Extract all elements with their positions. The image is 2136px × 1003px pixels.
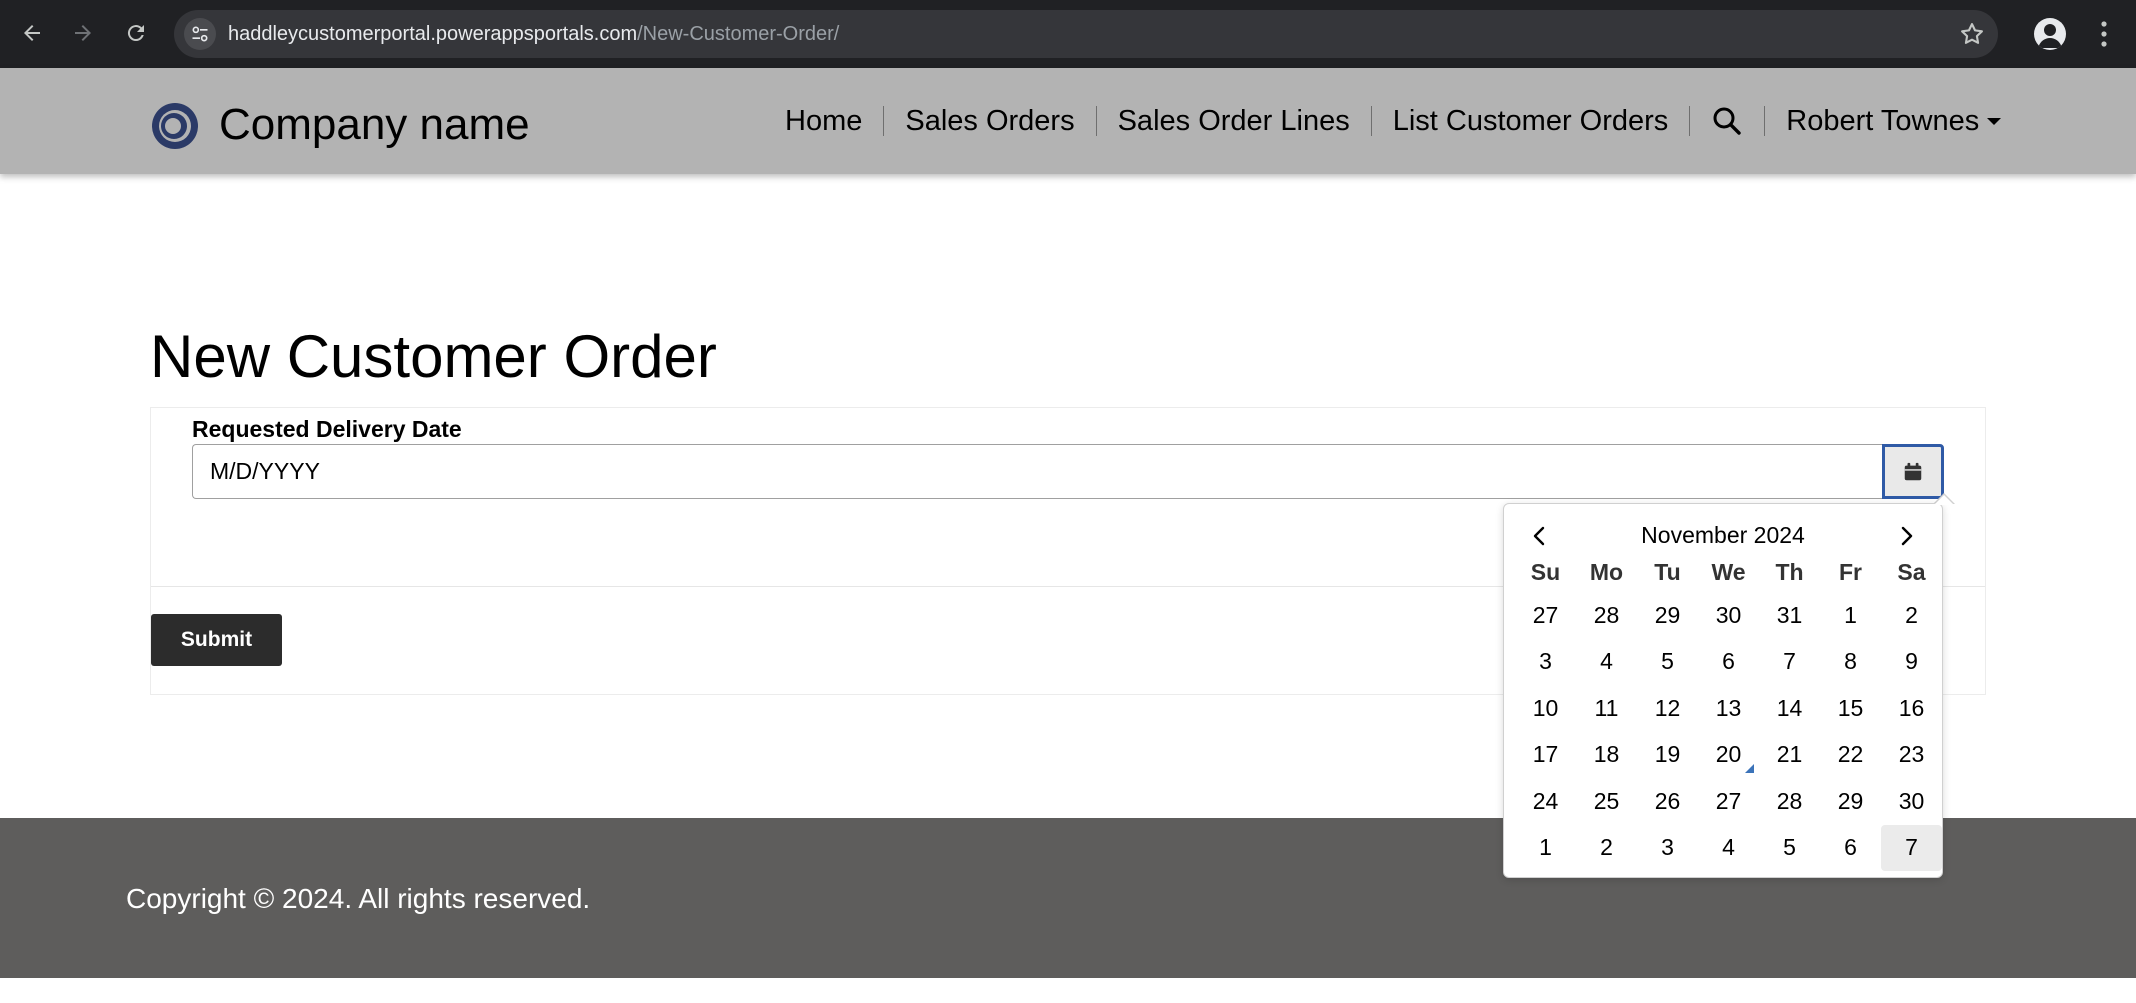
calendar-day[interactable]: 7 xyxy=(1881,824,1942,871)
browser-toolbar: haddleycustomerportal.powerappsportals.c… xyxy=(0,0,2136,68)
calendar-day[interactable]: 6 xyxy=(1820,825,1881,872)
menu-kebab-icon[interactable] xyxy=(2092,16,2116,52)
calendar-day[interactable]: 30 xyxy=(1881,778,1942,825)
url-path: /New-Customer-Order/ xyxy=(637,23,840,45)
weekday-header: Th xyxy=(1775,558,1804,585)
calendar-day[interactable]: 11 xyxy=(1576,685,1637,732)
calendar-day[interactable]: 15 xyxy=(1820,685,1881,732)
nav-list-customer-orders[interactable]: List Customer Orders xyxy=(1372,103,1690,139)
next-month-button[interactable] xyxy=(1888,518,1924,554)
calendar-day[interactable]: 18 xyxy=(1576,732,1637,779)
calendar-day[interactable]: 7 xyxy=(1759,639,1820,686)
user-name: Robert Townes xyxy=(1786,105,1980,137)
calendar-button[interactable] xyxy=(1882,444,1944,499)
forward-button[interactable] xyxy=(64,14,102,52)
weekday-header: We xyxy=(1711,558,1746,585)
calendar-day[interactable]: 3 xyxy=(1515,639,1576,686)
calendar-day[interactable]: 2 xyxy=(1576,825,1637,872)
profile-button[interactable] xyxy=(2034,18,2066,50)
calendar-day[interactable]: 8 xyxy=(1820,639,1881,686)
calendar-day[interactable]: 28 xyxy=(1759,778,1820,825)
copyright-text: Copyright © 2024. All rights reserved. xyxy=(126,883,591,914)
calendar-day[interactable]: 17 xyxy=(1515,732,1576,779)
calendar-day[interactable]: 9 xyxy=(1881,639,1942,686)
company-logo-icon[interactable] xyxy=(150,101,200,151)
picker-header: November 2024 xyxy=(1504,514,1942,554)
calendar-day[interactable]: 1 xyxy=(1820,592,1881,639)
calendar-day[interactable]: 25 xyxy=(1576,778,1637,825)
main-nav: Home Sales Orders Sales Order Lines List… xyxy=(764,68,2009,174)
calendar-day[interactable]: 24 xyxy=(1515,778,1576,825)
calendar-day[interactable]: 12 xyxy=(1637,685,1698,732)
calendar-day[interactable]: 28 xyxy=(1576,592,1637,639)
weekday-header: Fr xyxy=(1839,558,1862,585)
delivery-date-label: Requested Delivery Date xyxy=(192,416,462,442)
calendar-day[interactable]: 27 xyxy=(1698,778,1759,825)
profile-icon xyxy=(2038,24,2062,48)
date-picker: November 2024 Su Mo Tu We Th Fr Sa 27 28 29 30 31 1 2… xyxy=(1503,503,1943,878)
weekday-header: Sa xyxy=(1897,558,1926,585)
picker-pointer-inner xyxy=(1934,495,1954,505)
page-title: New Customer Order xyxy=(150,323,717,390)
submit-button[interactable]: Submit xyxy=(151,614,282,666)
picker-month-label[interactable]: November 2024 xyxy=(1504,520,1942,550)
calendar-day[interactable]: 5 xyxy=(1759,825,1820,872)
forward-arrow-icon xyxy=(75,25,91,41)
reload-button[interactable] xyxy=(117,14,155,52)
weekday-header: Su xyxy=(1530,558,1561,585)
calendar-day[interactable]: 19 xyxy=(1637,732,1698,779)
weekday-header: Mo xyxy=(1589,558,1624,585)
site-settings-button[interactable] xyxy=(184,18,216,50)
chevron-right-icon xyxy=(1901,526,1913,546)
bookmark-star-icon[interactable] xyxy=(1958,20,1986,48)
calendar-day[interactable]: 29 xyxy=(1820,778,1881,825)
reload-icon xyxy=(127,25,144,42)
calendar-icon xyxy=(1904,462,1922,480)
back-button[interactable] xyxy=(13,14,51,52)
nav-sales-orders[interactable]: Sales Orders xyxy=(884,103,1095,139)
calendar-day[interactable]: 2 xyxy=(1881,592,1942,639)
calendar-day[interactable]: 31 xyxy=(1759,592,1820,639)
calendar-day[interactable]: 23 xyxy=(1881,732,1942,779)
url-host: haddleycustomerportal.powerappsportals.c… xyxy=(228,23,638,45)
calendar-day[interactable]: 6 xyxy=(1698,639,1759,686)
calendar-day[interactable]: 30 xyxy=(1698,592,1759,639)
calendar-day[interactable]: 20 xyxy=(1698,732,1759,779)
user-menu[interactable]: Robert Townes xyxy=(1765,103,2009,139)
site-header: Company name Home Sales Orders Sales Ord… xyxy=(0,68,2136,174)
calendar-day[interactable]: 1 xyxy=(1515,825,1576,872)
calendar-day[interactable]: 3 xyxy=(1637,825,1698,872)
calendar-day[interactable]: 14 xyxy=(1759,685,1820,732)
nav-sales-order-lines[interactable]: Sales Order Lines xyxy=(1097,103,1371,139)
brand-name[interactable]: Company name xyxy=(219,100,530,150)
address-bar[interactable]: haddleycustomerportal.powerappsportals.c… xyxy=(174,10,1998,58)
delivery-date-input[interactable] xyxy=(192,444,1882,499)
calendar-day[interactable]: 21 xyxy=(1759,732,1820,779)
site-settings-icon xyxy=(192,26,208,42)
calendar-day[interactable]: 13 xyxy=(1698,685,1759,732)
back-arrow-icon xyxy=(24,25,40,41)
search-icon xyxy=(1713,107,1741,135)
calendar-day[interactable]: 29 xyxy=(1637,592,1698,639)
calendar-day[interactable]: 16 xyxy=(1881,685,1942,732)
url-text[interactable]: haddleycustomerportal.powerappsportals.c… xyxy=(228,22,839,46)
calendar-day[interactable]: 4 xyxy=(1576,639,1637,686)
picker-grid: Su Mo Tu We Th Fr Sa 27 28 29 30 31 1 2 3 4 5 6 7 8 9 10 11 12 1… xyxy=(1515,552,1942,871)
previous-month-button[interactable] xyxy=(1522,518,1558,554)
calendar-day[interactable]: 4 xyxy=(1698,825,1759,872)
calendar-day[interactable]: 27 xyxy=(1515,592,1576,639)
calendar-day[interactable]: 10 xyxy=(1515,685,1576,732)
nav-home[interactable]: Home xyxy=(764,103,883,139)
chevron-down-icon xyxy=(1987,117,2002,125)
weekday-header: Tu xyxy=(1654,558,1681,585)
calendar-day[interactable]: 26 xyxy=(1637,778,1698,825)
chevron-left-icon xyxy=(1533,526,1545,546)
calendar-day[interactable]: 22 xyxy=(1820,732,1881,779)
calendar-day[interactable]: 5 xyxy=(1637,639,1698,686)
search-button[interactable] xyxy=(1690,103,1764,139)
